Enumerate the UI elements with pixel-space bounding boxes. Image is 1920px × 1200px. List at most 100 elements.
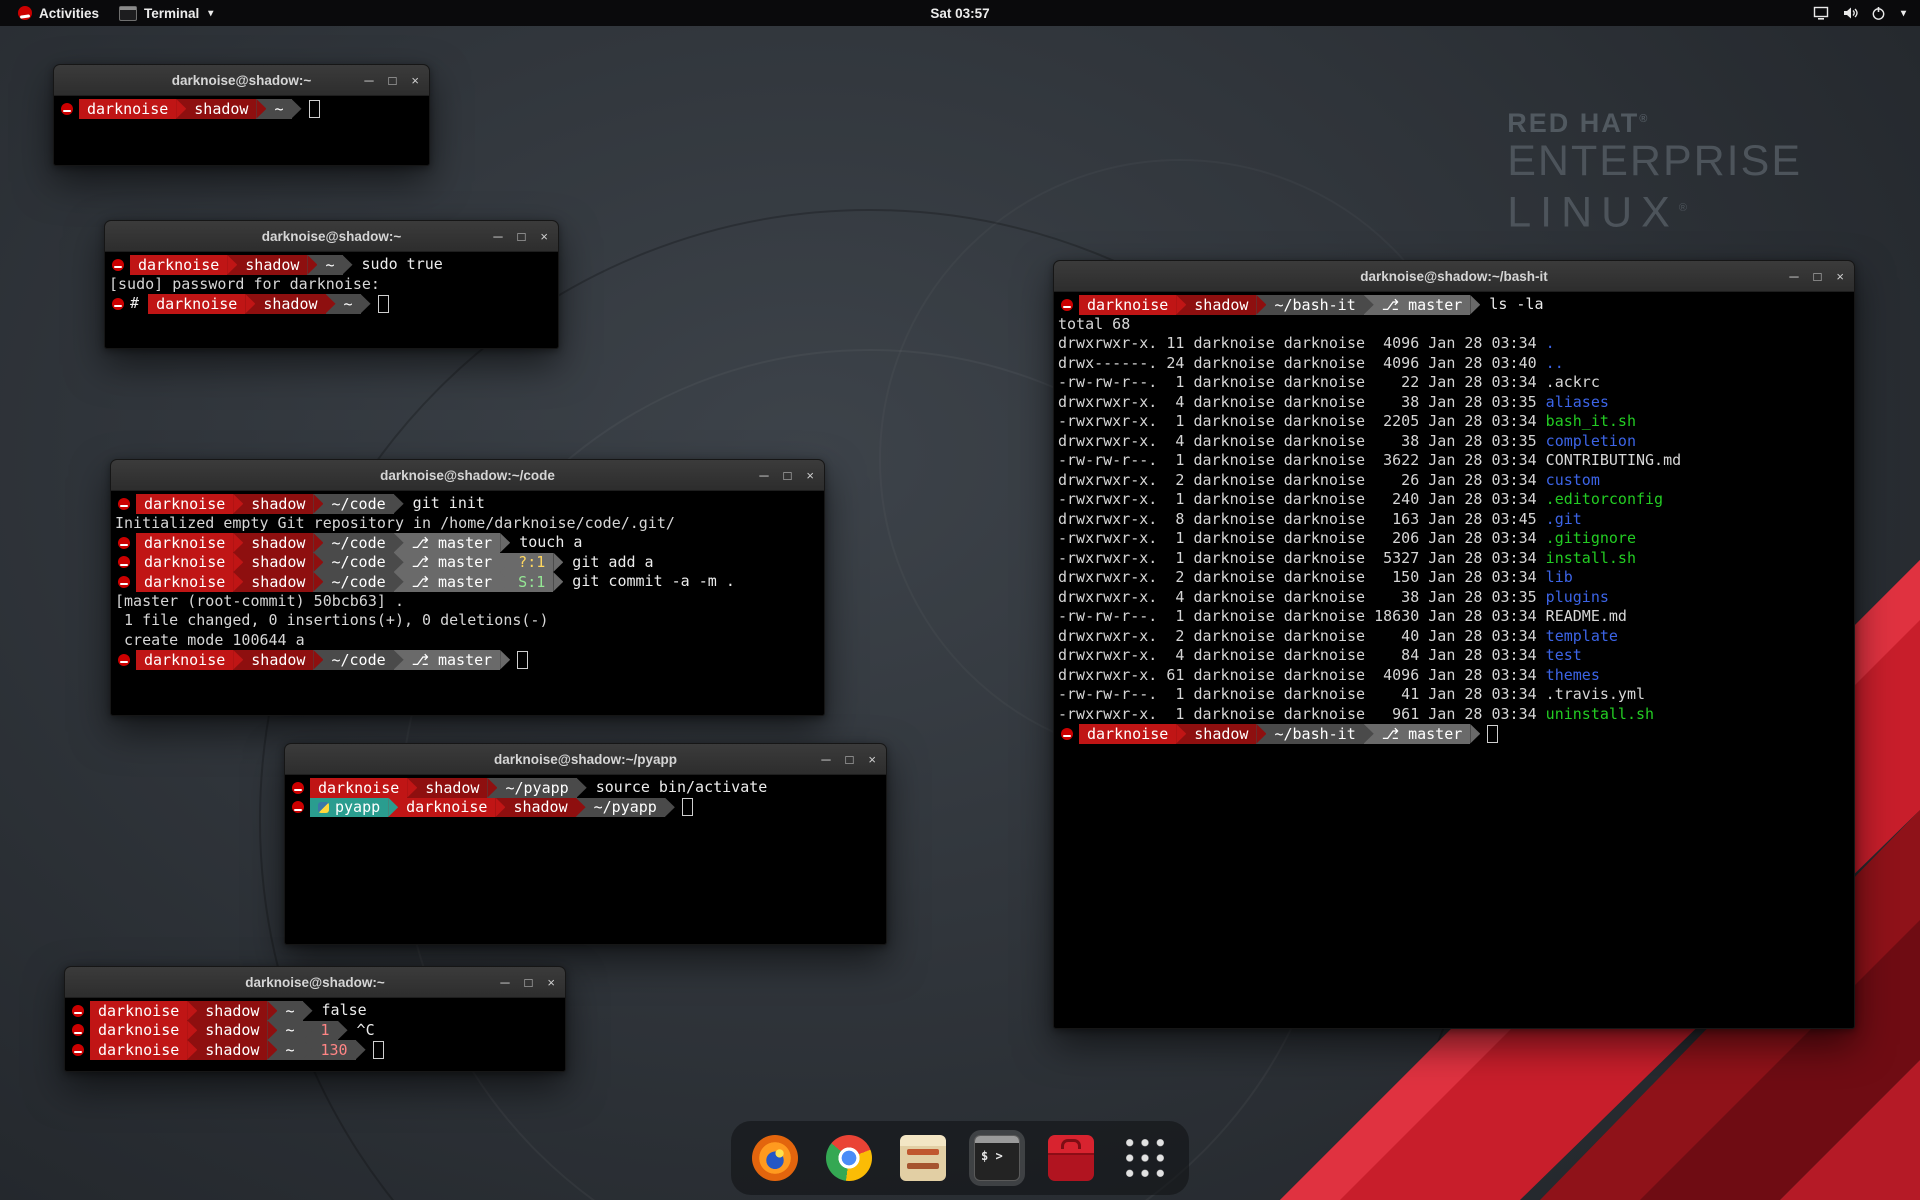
app-menu-terminal[interactable]: Terminal ▾ (109, 0, 223, 26)
python-icon (318, 802, 329, 813)
terminal-window[interactable]: darknoise@shadow:~─□×darknoiseshadow~ su… (104, 220, 559, 349)
terminal-line: [master (root-commit) 50bcb63] . (115, 592, 820, 612)
prompt-segment-host: shadow (417, 778, 487, 798)
terminal-text: -rwxrwxr-x. 1 darknoise darknoise 961 Ja… (1058, 705, 1546, 725)
terminal-text: touch a (510, 533, 582, 553)
powerline-arrow-icon (394, 553, 404, 573)
dock-chrome[interactable] (821, 1130, 877, 1186)
redhat-prompt-icon (118, 556, 130, 568)
prompt-segment-host: shadow (243, 494, 313, 514)
powerline-arrow-icon (500, 572, 510, 592)
terminal-content[interactable]: darknoiseshadow~ falsedarknoiseshadow~1 … (65, 998, 565, 1063)
system-tray[interactable]: ▾ (1813, 6, 1912, 21)
window-titlebar[interactable]: darknoise@shadow:~─□× (105, 221, 558, 252)
prompt-segment-gits: S:1 (510, 572, 553, 592)
powerline-arrow-icon (267, 1001, 277, 1021)
terminal-cursor (309, 100, 320, 118)
maximize-button[interactable]: □ (525, 975, 533, 990)
powerline-arrow-icon (487, 778, 497, 798)
window-titlebar[interactable]: darknoise@shadow:~/code─□× (111, 460, 824, 491)
close-button[interactable]: × (868, 752, 876, 767)
terminal-text: drwxrwxr-x. 8 darknoise darknoise 163 Ja… (1058, 510, 1546, 530)
terminal-line: darknoiseshadow~/pyapp source bin/activa… (289, 778, 882, 798)
dock-appgrid[interactable] (1117, 1130, 1173, 1186)
close-button[interactable]: × (540, 229, 548, 244)
terminal-text: test (1546, 646, 1582, 666)
terminal-window[interactable]: darknoise@shadow:~─□×darknoiseshadow~ (53, 64, 430, 166)
terminal-text: CONTRIBUTING.md (1546, 451, 1681, 471)
prompt-segment-user: darknoise (398, 798, 495, 818)
terminal-content[interactable]: darknoiseshadow~/code git initInitialize… (111, 491, 824, 673)
terminal-text: drwxrwxr-x. 4 darknoise darknoise 84 Jan… (1058, 646, 1546, 666)
terminal-app-icon (119, 6, 137, 21)
clock[interactable]: Sat 03:57 (930, 0, 989, 26)
terminal-line: create mode 100644 a (115, 631, 820, 651)
close-button[interactable]: × (547, 975, 555, 990)
desktop: darknoise@shadow:~─□×darknoiseshadow~dar… (0, 0, 1920, 1200)
window-titlebar[interactable]: darknoise@shadow:~─□× (65, 967, 565, 998)
terminal-window[interactable]: darknoise@shadow:~/code─□×darknoiseshado… (110, 459, 825, 716)
prompt-segment-path: ~/code (323, 572, 393, 592)
powerline-arrow-icon (313, 572, 323, 592)
terminal-text: completion (1546, 432, 1636, 452)
terminal-text: Initialized empty Git repository in /hom… (115, 514, 675, 534)
prompt-segment-path: ~/bash-it (1266, 724, 1363, 744)
window-titlebar[interactable]: darknoise@shadow:~─□× (54, 65, 429, 96)
terminal-content[interactable]: darknoiseshadow~ sudo true[sudo] passwor… (105, 252, 558, 317)
terminal-text: -rwxrwxr-x. 1 darknoise darknoise 206 Ja… (1058, 529, 1546, 549)
minimize-button[interactable]: ─ (759, 468, 768, 483)
terminal-content[interactable]: darknoiseshadow~ (54, 96, 429, 122)
maximize-button[interactable]: □ (389, 73, 397, 88)
dock-terminal[interactable] (969, 1130, 1025, 1186)
activities-label: Activities (39, 6, 99, 21)
redhat-prompt-icon (118, 654, 130, 666)
maximize-button[interactable]: □ (846, 752, 854, 767)
terminal-window[interactable]: darknoise@shadow:~─□×darknoiseshadow~ fa… (64, 966, 566, 1072)
prompt-segment-exit: 1 (313, 1021, 338, 1041)
dock-files[interactable] (895, 1130, 951, 1186)
powerline-arrow-icon (313, 533, 323, 553)
maximize-button[interactable]: □ (784, 468, 792, 483)
close-button[interactable]: × (1836, 269, 1844, 284)
window-titlebar[interactable]: darknoise@shadow:~/pyapp─□× (285, 744, 886, 775)
prompt-segment-user: darknoise (90, 1021, 187, 1041)
terminal-text: -rw-rw-r--. 1 darknoise darknoise 22 Jan… (1058, 373, 1546, 393)
prompt-segment-user: darknoise (130, 255, 227, 275)
minimize-button[interactable]: ─ (821, 752, 830, 767)
minimize-button[interactable]: ─ (500, 975, 509, 990)
prompt-segment-user: darknoise (1079, 724, 1176, 744)
powerline-arrow-icon (356, 1040, 366, 1060)
minimize-button[interactable]: ─ (364, 73, 373, 88)
window-controls: ─ □ × (500, 967, 555, 997)
activities-button[interactable]: Activities (8, 0, 109, 26)
dock-firefox[interactable] (747, 1130, 803, 1186)
minimize-button[interactable]: ─ (493, 229, 502, 244)
maximize-button[interactable]: □ (518, 229, 526, 244)
window-titlebar[interactable]: darknoise@shadow:~/bash-it─□× (1054, 261, 1854, 292)
terminal-text: . (1546, 334, 1555, 354)
prompt-segment-git: ⎇ master (404, 553, 501, 573)
powerline-arrow-icon (343, 255, 353, 275)
terminal-line: drwxrwxr-x. 4 darknoise darknoise 84 Jan… (1058, 646, 1850, 666)
terminal-line: drwxrwxr-x. 8 darknoise darknoise 163 Ja… (1058, 510, 1850, 530)
terminal-window[interactable]: darknoise@shadow:~/bash-it─□×darknoisesh… (1053, 260, 1855, 1029)
powerline-arrow-icon (1470, 295, 1480, 315)
prompt-segment-path: ~/code (323, 494, 393, 514)
dock-toolbox[interactable] (1043, 1130, 1099, 1186)
terminal-content[interactable]: darknoiseshadow~/pyapp source bin/activa… (285, 775, 886, 820)
terminal-content[interactable]: darknoiseshadow~/bash-it⎇ master ls -lat… (1054, 292, 1854, 747)
prompt-segment-exit: 130 (313, 1040, 356, 1060)
powerline-arrow-icon (187, 1021, 197, 1041)
redhat-prompt-icon (292, 782, 304, 794)
terminal-text: drwxrwxr-x. 4 darknoise darknoise 38 Jan… (1058, 432, 1546, 452)
prompt-segment-path: ~ (317, 255, 342, 275)
terminal-line: -rwxrwxr-x. 1 darknoise darknoise 206 Ja… (1058, 529, 1850, 549)
minimize-button[interactable]: ─ (1789, 269, 1798, 284)
terminal-window[interactable]: darknoise@shadow:~/pyapp─□×darknoiseshad… (284, 743, 887, 945)
maximize-button[interactable]: □ (1814, 269, 1822, 284)
close-button[interactable]: × (411, 73, 419, 88)
close-button[interactable]: × (806, 468, 814, 483)
appgrid-icon (1122, 1135, 1168, 1181)
terminal-line: darknoiseshadow~/code⎇ masterS:1 git com… (115, 572, 820, 592)
prompt-segment-user: darknoise (90, 1040, 187, 1060)
